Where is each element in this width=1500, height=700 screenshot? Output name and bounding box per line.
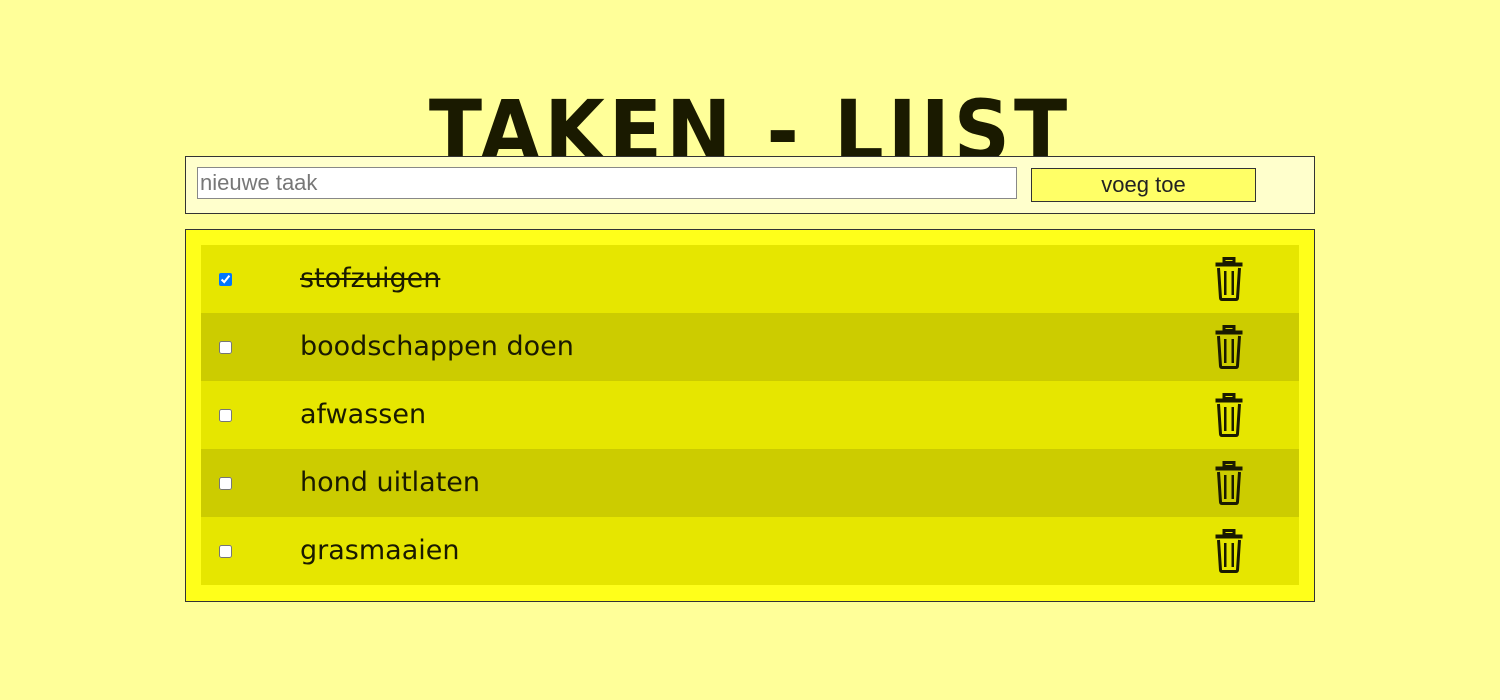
task-checkbox[interactable] — [219, 341, 232, 354]
task-label: grasmaaien — [300, 535, 460, 566]
delete-task-button[interactable] — [1214, 325, 1244, 369]
trash-icon — [1215, 461, 1243, 505]
task-label: afwassen — [300, 399, 427, 430]
trash-icon — [1215, 529, 1243, 573]
delete-task-button[interactable] — [1214, 393, 1244, 437]
task-checkbox[interactable] — [219, 545, 232, 558]
trash-icon — [1215, 325, 1243, 369]
add-task-button[interactable]: voeg toe — [1031, 168, 1256, 202]
delete-task-button[interactable] — [1214, 257, 1244, 301]
delete-task-button[interactable] — [1214, 461, 1244, 505]
new-task-input[interactable] — [197, 167, 1017, 199]
task-label: hond uitlaten — [300, 467, 481, 498]
trash-icon — [1215, 393, 1243, 437]
task-checkbox[interactable] — [219, 477, 232, 490]
task-row: hond uitlaten — [201, 449, 1299, 517]
task-checkbox[interactable] — [219, 409, 232, 422]
task-label: stofzuigen — [300, 263, 441, 294]
task-row: boodschappen doen — [201, 313, 1299, 381]
task-label: boodschappen doen — [300, 331, 574, 362]
task-row: stofzuigen — [201, 245, 1299, 313]
task-row: afwassen — [201, 381, 1299, 449]
task-checkbox[interactable] — [219, 273, 232, 286]
delete-task-button[interactable] — [1214, 529, 1244, 573]
task-row: grasmaaien — [201, 517, 1299, 585]
trash-icon — [1215, 257, 1243, 301]
task-list-panel: stofzuigen boodschappen doen afwassen ho… — [185, 229, 1315, 602]
task-list: stofzuigen boodschappen doen afwassen ho… — [201, 245, 1299, 585]
add-task-form: voeg toe — [185, 156, 1315, 214]
